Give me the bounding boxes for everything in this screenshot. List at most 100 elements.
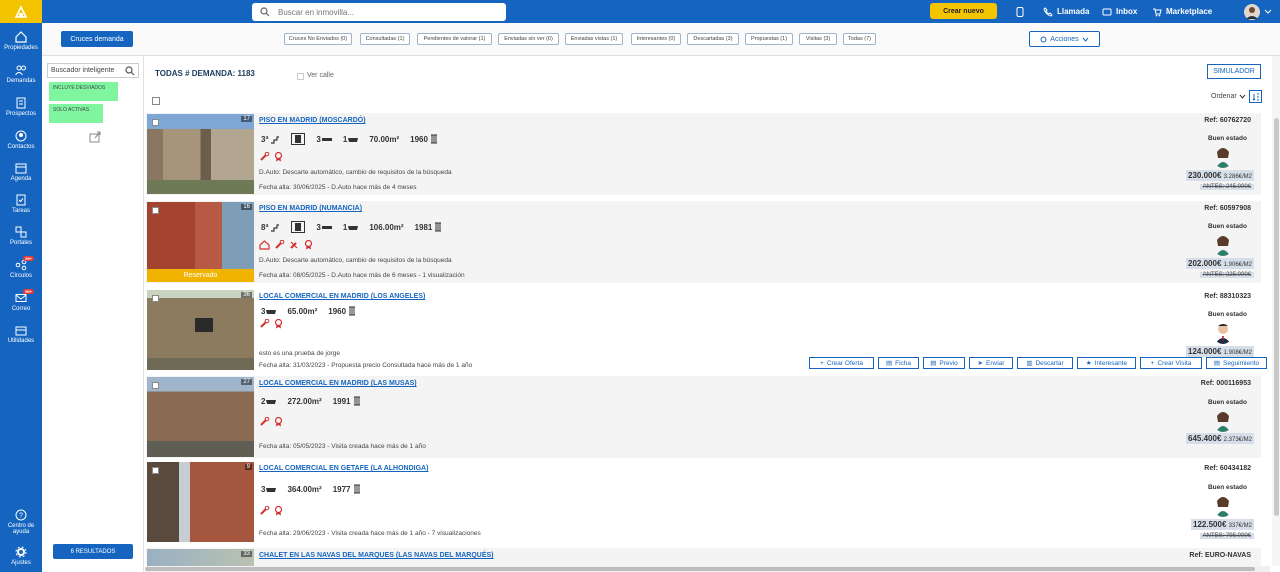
nav-llamada[interactable]: Llamada: [1043, 0, 1089, 23]
sidebar-item-correo[interactable]: 99+ Correo: [0, 289, 42, 312]
interesante-button[interactable]: ★ Interesante: [1077, 357, 1136, 369]
crear-visita-button[interactable]: + Crear Visita: [1140, 357, 1202, 369]
tools-icon[interactable]: [289, 240, 300, 250]
area-value: 106.00m²: [369, 222, 404, 232]
acciones-dropdown[interactable]: Acciones: [1029, 31, 1100, 47]
select-checkbox[interactable]: [152, 119, 159, 126]
global-search[interactable]: [252, 3, 506, 21]
award-icon[interactable]: [274, 152, 283, 162]
nav-inbox[interactable]: Inbox: [1102, 0, 1137, 23]
listing-title[interactable]: PISO EN MADRID (NUMANCIA): [259, 205, 362, 212]
sidebar-item-label: Agenda: [10, 176, 32, 182]
estado-label: Buen estado: [1207, 484, 1247, 491]
list-item[interactable]: 33 CHALET EN LAS NAVAS DEL MARQUES (LAS …: [146, 548, 1261, 566]
select-checkbox[interactable]: [152, 382, 159, 389]
results-count-button[interactable]: 6 RESULTADOS: [53, 544, 133, 559]
wrench-icon[interactable]: [259, 319, 270, 329]
bathrooms-value: 1: [342, 134, 348, 144]
search-input[interactable]: [278, 7, 478, 17]
chip-todas[interactable]: Todas (7): [843, 33, 876, 45]
cruces-demanda-button[interactable]: Cruces demanda: [61, 31, 133, 47]
property-photo[interactable]: 36: [147, 290, 254, 370]
agent-avatar: [1216, 412, 1230, 432]
sidebar-item-tareas[interactable]: Tareas: [0, 194, 42, 214]
sidebar-item-utilidades[interactable]: Utilidades: [0, 324, 42, 344]
app-logo[interactable]: [0, 0, 42, 23]
list-item[interactable]: 16 Reservado PISO EN MADRID (NUMANCIA) 8…: [146, 201, 1261, 283]
listing-title[interactable]: LOCAL COMERCIAL EN MADRID (LOS ANGELES): [259, 293, 425, 300]
chip-enviadas-sin-ver[interactable]: Enviadas sin ver (0): [498, 33, 559, 45]
chip-pendientes[interactable]: Pendientes de valorar (1): [417, 33, 492, 45]
sidebar-item-ayuda[interactable]: ? Centro de ayuda: [0, 509, 42, 535]
user-avatar[interactable]: [1244, 0, 1276, 23]
ver-calle-checkbox[interactable]: [297, 73, 304, 80]
list-item[interactable]: 27 LOCAL COMERCIAL EN MADRID (LAS MUSAS)…: [146, 376, 1261, 458]
award-icon[interactable]: [304, 240, 313, 250]
sidebar-item-contactos[interactable]: Contactos: [0, 130, 42, 150]
seguimiento-button[interactable]: ▤ Seguimiento: [1206, 357, 1267, 369]
sidebar-item-prospectos[interactable]: Prospectos: [0, 97, 42, 117]
listing-title[interactable]: LOCAL COMERCIAL EN MADRID (LAS MUSAS): [259, 380, 417, 387]
sidebar-item-circulos[interactable]: 99+ Círculos: [0, 256, 42, 279]
ordenar-dropdown[interactable]: Ordenar: [1211, 93, 1246, 100]
property-photo[interactable]: 9: [147, 462, 254, 542]
chip-visitas[interactable]: Visitas (3): [799, 33, 837, 45]
sidebar-item-agenda[interactable]: Agenda: [0, 162, 42, 182]
previo-button[interactable]: ▤ Previo: [923, 357, 965, 369]
tag-solo-activas[interactable]: SOLO ACTIVAS: [49, 104, 103, 123]
search-icon[interactable]: [125, 66, 135, 76]
list-item[interactable]: 9 LOCAL COMERCIAL EN GETAFE (LA ALHONDIG…: [146, 461, 1261, 543]
property-photo[interactable]: 16 Reservado: [147, 202, 254, 282]
chip-consultadas[interactable]: Consultadas (1): [360, 33, 410, 45]
chip-interesantes[interactable]: Interesantes (0): [631, 33, 681, 45]
sidebar-item-propiedades[interactable]: Propiedades: [0, 31, 42, 51]
chip-no-enviados[interactable]: Cruces No Enviados (0): [284, 33, 352, 45]
wrench-icon[interactable]: [259, 417, 270, 427]
listing-date: Fecha alta: 08/05/2025 - D.Auto hace más…: [259, 272, 465, 279]
sort-icon[interactable]: [1249, 90, 1262, 103]
select-checkbox[interactable]: [152, 295, 159, 302]
listing-ref: Ref: 88310323: [1204, 293, 1251, 300]
nav-marketplace[interactable]: Marketplace: [1152, 0, 1212, 23]
listing-title[interactable]: CHALET EN LAS NAVAS DEL MARQUES (LAS NAV…: [259, 552, 494, 559]
crear-oferta-button[interactable]: + Crear Oferta: [809, 357, 874, 369]
enviar-button[interactable]: ➤ Enviar: [969, 357, 1013, 369]
horizontal-scrollbar[interactable]: [145, 566, 1270, 572]
ficha-button[interactable]: ▤ Ficha: [878, 357, 919, 369]
phone-icon[interactable]: [1016, 0, 1028, 23]
select-all-checkbox[interactable]: [152, 97, 160, 105]
send-icon: ➤: [977, 360, 983, 367]
chip-descartadas[interactable]: Descartadas (3): [687, 33, 739, 45]
stairs-icon: [270, 134, 280, 144]
award-icon[interactable]: [274, 506, 283, 516]
property-photo[interactable]: 33: [147, 549, 254, 566]
scrollbar-thumb[interactable]: [145, 567, 1255, 571]
sidebar-item-ajustes[interactable]: Ajustes: [0, 546, 42, 566]
export-icon[interactable]: [89, 131, 101, 143]
select-checkbox[interactable]: [152, 207, 159, 214]
sidebar-item-portales[interactable]: Portales: [0, 226, 42, 246]
simulador-button[interactable]: SIMULADOR: [1207, 64, 1261, 79]
agent-avatar: [1216, 236, 1230, 256]
chip-enviadas-vistas[interactable]: Enviadas vistas (1): [565, 33, 623, 45]
vertical-scrollbar[interactable]: [1272, 56, 1280, 566]
create-new-button[interactable]: Crear nuevo: [930, 3, 997, 19]
scrollbar-thumb[interactable]: [1274, 118, 1279, 516]
wrench-icon[interactable]: [259, 152, 270, 162]
award-icon[interactable]: [274, 417, 283, 427]
list-item[interactable]: 17 PISO EN MADRID (MOSCARDÓ) 3ª 3 1 70.0…: [146, 113, 1261, 195]
descartar-button[interactable]: ▥ Descartar: [1017, 357, 1073, 369]
select-checkbox[interactable]: [152, 467, 159, 474]
tag-incluye-desviados[interactable]: INCLUYE DESVIADOS: [49, 82, 118, 101]
list-item[interactable]: 36 LOCAL COMERCIAL EN MADRID (LOS ANGELE…: [146, 289, 1267, 371]
property-photo[interactable]: 27: [147, 377, 254, 457]
listing-title[interactable]: PISO EN MADRID (MOSCARDÓ): [259, 117, 366, 124]
home-alert-icon[interactable]: [259, 240, 270, 250]
wrench-icon[interactable]: [259, 506, 270, 516]
award-icon[interactable]: [274, 319, 283, 329]
chip-propuestas[interactable]: Propuestas (1): [745, 33, 793, 45]
listing-title[interactable]: LOCAL COMERCIAL EN GETAFE (LA ALHONDIGA): [259, 465, 428, 472]
wrench-icon[interactable]: [274, 240, 285, 250]
sidebar-item-demandas[interactable]: Demandas: [0, 64, 42, 84]
property-photo[interactable]: 17: [147, 114, 254, 194]
